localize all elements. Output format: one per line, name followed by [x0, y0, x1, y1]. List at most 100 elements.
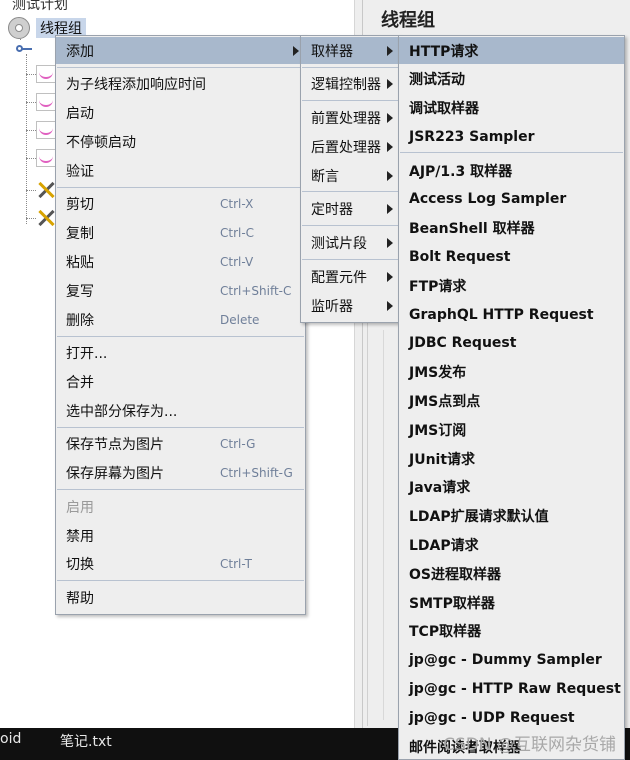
add-submenu-item[interactable]: 逻辑控制器: [301, 70, 399, 97]
sampler-submenu-item-label: Java请求: [409, 480, 471, 497]
add-submenu-item[interactable]: 后置处理器: [301, 133, 399, 160]
tree-child-chart-icon[interactable]: [36, 65, 56, 83]
sampler-submenu-item[interactable]: jp@gc - HTTP Raw Request: [399, 675, 624, 702]
sampler-submenu-item[interactable]: jp@gc - UDP Request: [399, 704, 624, 731]
context-menu-item-label: 保存节点为图片: [66, 436, 164, 453]
context-menu-item-label: 复制: [66, 225, 94, 242]
shortcut-hint: Delete: [220, 312, 260, 327]
add-submenu-item[interactable]: 定时器: [301, 195, 399, 222]
sampler-submenu-item[interactable]: Access Log Sampler: [399, 186, 624, 213]
context-menu-item[interactable]: 合并: [56, 368, 305, 395]
sampler-submenu-item[interactable]: JSR223 Sampler: [399, 123, 624, 150]
sampler-submenu-item[interactable]: 测试活动: [399, 65, 624, 92]
context-menu-item[interactable]: 不停顿启动: [56, 128, 305, 155]
sampler-submenu-item[interactable]: JDBC Request: [399, 330, 624, 357]
sampler-submenu-item-label: JMS点到点: [409, 393, 481, 410]
sampler-submenu-item[interactable]: JMS点到点: [399, 387, 624, 414]
context-menu-item[interactable]: 启动: [56, 99, 305, 126]
context-menu-item-label: 删除: [66, 312, 94, 329]
sampler-submenu-item-label: jp@gc - HTTP Raw Request: [409, 680, 621, 697]
menu-separator: [302, 259, 398, 260]
sampler-submenu-item[interactable]: Java请求: [399, 474, 624, 501]
tree-child-tool-icon[interactable]: [36, 180, 56, 200]
menu-separator: [57, 336, 304, 337]
add-submenu-item[interactable]: 前置处理器: [301, 104, 399, 131]
context-menu-item[interactable]: 禁用: [56, 522, 305, 549]
context-menu-item-label: 启动: [66, 105, 94, 122]
taskbar-item-notes[interactable]: 笔记.txt: [60, 731, 112, 751]
tree-expand-key-icon[interactable]: [16, 44, 34, 54]
menu-separator: [57, 67, 304, 68]
context-menu-item[interactable]: 打开...: [56, 339, 305, 366]
submenu-arrow-icon: [293, 45, 299, 56]
add-submenu-item[interactable]: 取样器: [301, 37, 399, 64]
context-menu-item[interactable]: 保存节点为图片 Ctrl-G: [56, 430, 305, 457]
add-submenu-item[interactable]: 断言: [301, 162, 399, 189]
sampler-submenu-item[interactable]: JMS订阅: [399, 416, 624, 443]
watermark: CSDN @互联网杂货铺: [443, 735, 616, 755]
submenu-arrow-icon: [387, 300, 393, 311]
sampler-submenu-item[interactable]: SMTP取样器: [399, 589, 624, 616]
context-menu-item[interactable]: 切换 Ctrl-T: [56, 550, 305, 577]
menu-separator: [57, 580, 304, 581]
sampler-submenu-item[interactable]: HTTP请求: [399, 37, 624, 64]
menu-separator: [57, 489, 304, 490]
tree-child-chart-icon[interactable]: [36, 93, 56, 111]
sampler-submenu-item[interactable]: LDAP请求: [399, 531, 624, 558]
context-menu-item[interactable]: 保存屏幕为图片 Ctrl+Shift-G: [56, 459, 305, 486]
context-menu-item-label: 剪切: [66, 196, 94, 213]
add-submenu-item[interactable]: 测试片段: [301, 229, 399, 256]
taskbar-item[interactable]: oid: [0, 731, 21, 747]
sampler-submenu-item[interactable]: FTP请求: [399, 272, 624, 299]
tree-node-test-plan[interactable]: 测试计划: [12, 0, 68, 14]
sampler-submenu-item-label: LDAP请求: [409, 537, 479, 554]
context-menu-item[interactable]: 选中部分保存为...: [56, 397, 305, 424]
context-menu-item[interactable]: 添加: [56, 37, 305, 64]
context-menu-item-label: 复写: [66, 283, 94, 300]
sampler-submenu-item[interactable]: jp@gc - Dummy Sampler: [399, 647, 624, 674]
tree-child-tool-icon[interactable]: [36, 208, 56, 228]
sampler-submenu-item[interactable]: JUnit请求: [399, 445, 624, 472]
sampler-submenu-item[interactable]: JMS发布: [399, 359, 624, 386]
sampler-submenu-item[interactable]: GraphQL HTTP Request: [399, 301, 624, 328]
sampler-submenu-item[interactable]: AJP/1.3 取样器: [399, 157, 624, 184]
context-menu-item-label: 保存屏幕为图片: [66, 465, 164, 482]
sampler-submenu-item[interactable]: 调试取样器: [399, 94, 624, 121]
sampler-submenu-item[interactable]: OS进程取样器: [399, 560, 624, 587]
context-menu-item[interactable]: 复制 Ctrl-C: [56, 219, 305, 246]
add-submenu-item[interactable]: 监听器: [301, 292, 399, 319]
sampler-submenu-item-label: JMS订阅: [409, 422, 467, 439]
sampler-submenu-item-label: 测试活动: [409, 71, 465, 88]
sampler-submenu-item-label: AJP/1.3 取样器: [409, 163, 513, 180]
context-menu-item-label: 切换: [66, 556, 94, 573]
tree-child-chart-icon[interactable]: [36, 121, 56, 139]
menu-separator: [302, 225, 398, 226]
context-menu-item[interactable]: 删除 Delete: [56, 306, 305, 333]
sampler-submenu-item-label: HTTP请求: [409, 43, 479, 60]
context-menu-item[interactable]: 验证: [56, 157, 305, 184]
add-submenu-item-label: 断言: [311, 168, 339, 185]
shortcut-hint: Ctrl+Shift-G: [220, 465, 293, 480]
sampler-submenu-item-label: jp@gc - Dummy Sampler: [409, 652, 602, 669]
context-menu: 添加为子线程添加响应时间启动不停顿启动验证剪切 Ctrl-X 复制 Ctrl-C 粘贴 C…: [55, 35, 306, 615]
context-menu-item-label: 不停顿启动: [66, 134, 136, 151]
add-submenu-item[interactable]: 配置元件: [301, 263, 399, 290]
submenu-arrow-icon: [387, 237, 393, 248]
sampler-submenu-item[interactable]: LDAP扩展请求默认值: [399, 503, 624, 530]
context-menu-item-label: 打开...: [66, 345, 108, 362]
context-menu-item[interactable]: 剪切 Ctrl-X: [56, 190, 305, 217]
sampler-submenu: HTTP请求 测试活动调试取样器 JSR223 Sampler AJP/1.3 取样器…: [398, 35, 625, 760]
context-menu-item[interactable]: 为子线程添加响应时间: [56, 70, 305, 97]
submenu-arrow-icon: [387, 112, 393, 123]
context-menu-item[interactable]: 粘贴 Ctrl-V: [56, 248, 305, 275]
sampler-submenu-item[interactable]: TCP取样器: [399, 618, 624, 645]
context-menu-item[interactable]: 复写 Ctrl+Shift-C: [56, 277, 305, 304]
tree-child-chart-icon[interactable]: [36, 149, 56, 167]
context-menu-item-label: 帮助: [66, 590, 94, 607]
sampler-submenu-item[interactable]: BeanShell 取样器: [399, 215, 624, 242]
submenu-arrow-icon: [387, 203, 393, 214]
context-menu-item[interactable]: 帮助: [56, 584, 305, 611]
shortcut-hint: Ctrl-G: [220, 436, 256, 451]
shortcut-hint: Ctrl+Shift-C: [220, 283, 292, 298]
sampler-submenu-item[interactable]: Bolt Request: [399, 243, 624, 270]
